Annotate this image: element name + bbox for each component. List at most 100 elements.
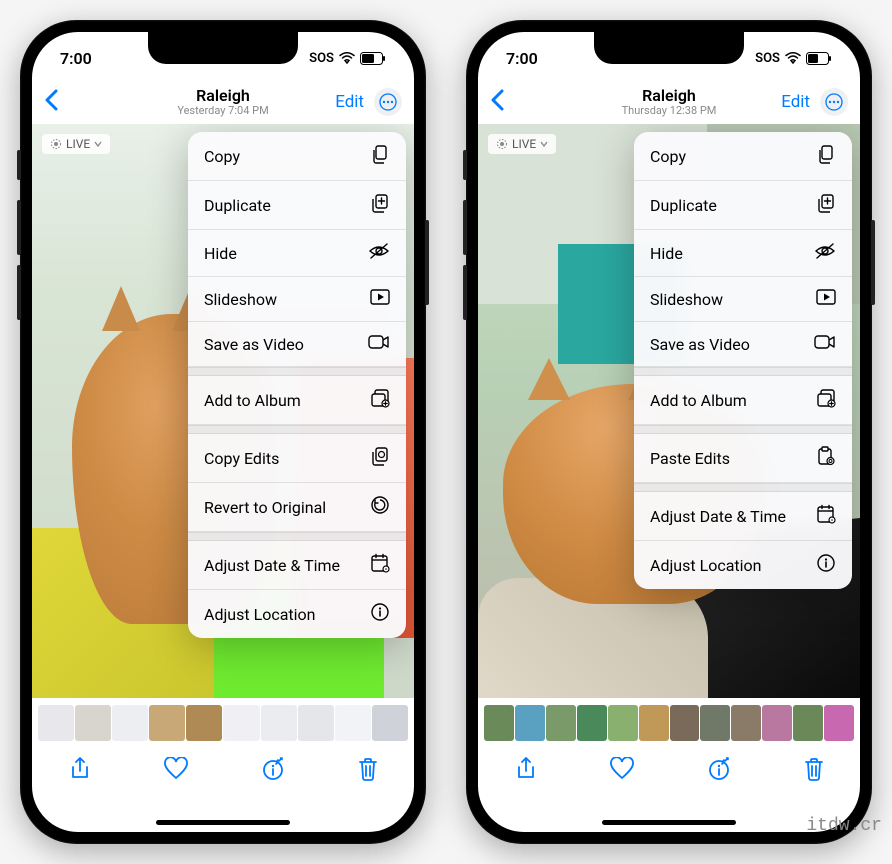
- photo-viewer[interactable]: LIVE Copy Duplicate Hide SlideshowSave as V…: [32, 124, 414, 698]
- thumbnail[interactable]: [762, 705, 792, 741]
- menu-separator: [634, 483, 852, 492]
- paste-edits-icon: [816, 446, 836, 470]
- menu-item-label: Adjust Date & Time: [204, 556, 340, 575]
- thumbnail[interactable]: [577, 705, 607, 741]
- notch: [148, 32, 298, 64]
- menu-item-adjust-location[interactable]: Adjust Location: [634, 541, 852, 589]
- thumbnail[interactable]: [731, 705, 761, 741]
- thumbnail[interactable]: [793, 705, 823, 741]
- thumbnail[interactable]: [608, 705, 638, 741]
- edit-button[interactable]: Edit: [335, 92, 364, 112]
- menu-item-hide[interactable]: Hide: [188, 230, 406, 277]
- menu-item-save-as-video[interactable]: Save as Video: [188, 322, 406, 367]
- share-button[interactable]: [514, 756, 538, 782]
- iphone-left: 7:00 SOS Raleigh Yesterday 7:04 PM Edit: [20, 20, 426, 844]
- menu-item-revert-to-original[interactable]: Revert to Original: [188, 483, 406, 532]
- back-button[interactable]: [44, 89, 58, 115]
- menu-item-label: Paste Edits: [650, 449, 730, 468]
- menu-item-label: Copy: [204, 147, 240, 166]
- menu-item-label: Duplicate: [204, 196, 271, 215]
- thumbnail[interactable]: [223, 705, 259, 741]
- nav-title: Raleigh: [622, 87, 717, 105]
- photo-viewer[interactable]: LIVE Copy Duplicate HideSlideshowSave as V…: [478, 124, 860, 698]
- thumbnail[interactable]: [546, 705, 576, 741]
- thumbnail[interactable]: [75, 705, 111, 741]
- menu-item-label: Hide: [204, 244, 237, 263]
- more-button[interactable]: [820, 88, 848, 116]
- share-button[interactable]: [68, 756, 92, 782]
- menu-item-adjust-date-time[interactable]: Adjust Date & Time: [634, 492, 852, 541]
- info-button[interactable]: [260, 756, 286, 782]
- back-button[interactable]: [490, 89, 504, 115]
- live-photo-badge[interactable]: LIVE: [42, 134, 110, 154]
- live-badge-label: LIVE: [66, 137, 90, 151]
- volume-down-button: [463, 265, 467, 320]
- menu-item-label: Duplicate: [650, 196, 717, 215]
- watermark: itdw.cr: [806, 816, 882, 836]
- nav-title-group: Raleigh Thursday 12:38 PM: [622, 87, 717, 117]
- menu-item-slideshow[interactable]: Slideshow: [634, 277, 852, 322]
- status-time: 7:00: [506, 49, 538, 68]
- wifi-icon: [785, 52, 801, 64]
- menu-item-adjust-location[interactable]: Adjust Location: [188, 590, 406, 638]
- more-button[interactable]: [374, 88, 402, 116]
- menu-item-save-as-video[interactable]: Save as Video: [634, 322, 852, 367]
- live-photo-badge[interactable]: LIVE: [488, 134, 556, 154]
- thumbnail[interactable]: [372, 705, 408, 741]
- favorite-button[interactable]: [163, 757, 189, 781]
- copy-icon: [816, 144, 836, 168]
- live-badge-label: LIVE: [512, 137, 536, 151]
- thumbnail-scrubber[interactable]: [32, 702, 414, 744]
- album-add-icon: [370, 388, 390, 412]
- thumbnail[interactable]: [824, 705, 854, 741]
- eye-slash-icon: [814, 242, 836, 264]
- menu-item-duplicate[interactable]: Duplicate: [188, 181, 406, 230]
- menu-item-add-to-album[interactable]: Add to Album: [634, 376, 852, 425]
- delete-button[interactable]: [803, 756, 825, 782]
- thumbnail[interactable]: [38, 705, 74, 741]
- thumbnail[interactable]: [670, 705, 700, 741]
- nav-subtitle: Yesterday 7:04 PM: [177, 105, 268, 117]
- nav-subtitle: Thursday 12:38 PM: [622, 105, 717, 117]
- wifi-icon: [339, 52, 355, 64]
- menu-item-copy[interactable]: Copy: [188, 132, 406, 181]
- sos-indicator: SOS: [755, 51, 780, 66]
- thumbnail[interactable]: [186, 705, 222, 741]
- thumbnail[interactable]: [484, 705, 514, 741]
- mute-switch: [17, 150, 21, 180]
- thumbnail[interactable]: [149, 705, 185, 741]
- context-menu: Copy Duplicate HideSlideshowSave as Video A…: [634, 132, 852, 589]
- favorite-button[interactable]: [609, 757, 635, 781]
- menu-item-adjust-date-time[interactable]: Adjust Date & Time: [188, 541, 406, 590]
- thumbnail[interactable]: [335, 705, 371, 741]
- album-add-icon: [816, 388, 836, 412]
- thumbnail[interactable]: [112, 705, 148, 741]
- home-indicator[interactable]: [156, 820, 290, 825]
- delete-button[interactable]: [357, 756, 379, 782]
- chevron-down-icon: [94, 140, 102, 148]
- menu-separator: [634, 425, 852, 434]
- menu-item-duplicate[interactable]: Duplicate: [634, 181, 852, 230]
- bottom-toolbar: [32, 744, 414, 794]
- edit-button[interactable]: Edit: [781, 92, 810, 112]
- menu-item-paste-edits[interactable]: Paste Edits: [634, 434, 852, 483]
- menu-item-copy-edits[interactable]: Copy Edits: [188, 434, 406, 483]
- thumbnail[interactable]: [700, 705, 730, 741]
- volume-up-button: [17, 200, 21, 255]
- thumbnail[interactable]: [639, 705, 669, 741]
- location-info-icon: [816, 553, 836, 577]
- menu-item-copy[interactable]: Copy: [634, 132, 852, 181]
- info-button[interactable]: [706, 756, 732, 782]
- menu-item-add-to-album[interactable]: Add to Album: [188, 376, 406, 425]
- thumbnail-scrubber[interactable]: [478, 702, 860, 744]
- live-icon: [50, 138, 62, 150]
- copy-edits-icon: [370, 446, 390, 470]
- thumbnail[interactable]: [515, 705, 545, 741]
- menu-item-hide[interactable]: Hide: [634, 230, 852, 277]
- thumbnail[interactable]: [298, 705, 334, 741]
- thumbnail[interactable]: [261, 705, 297, 741]
- menu-item-slideshow[interactable]: Slideshow: [188, 277, 406, 322]
- home-indicator[interactable]: [602, 820, 736, 825]
- calendar-icon: [816, 504, 836, 528]
- menu-item-label: Add to Album: [204, 391, 301, 410]
